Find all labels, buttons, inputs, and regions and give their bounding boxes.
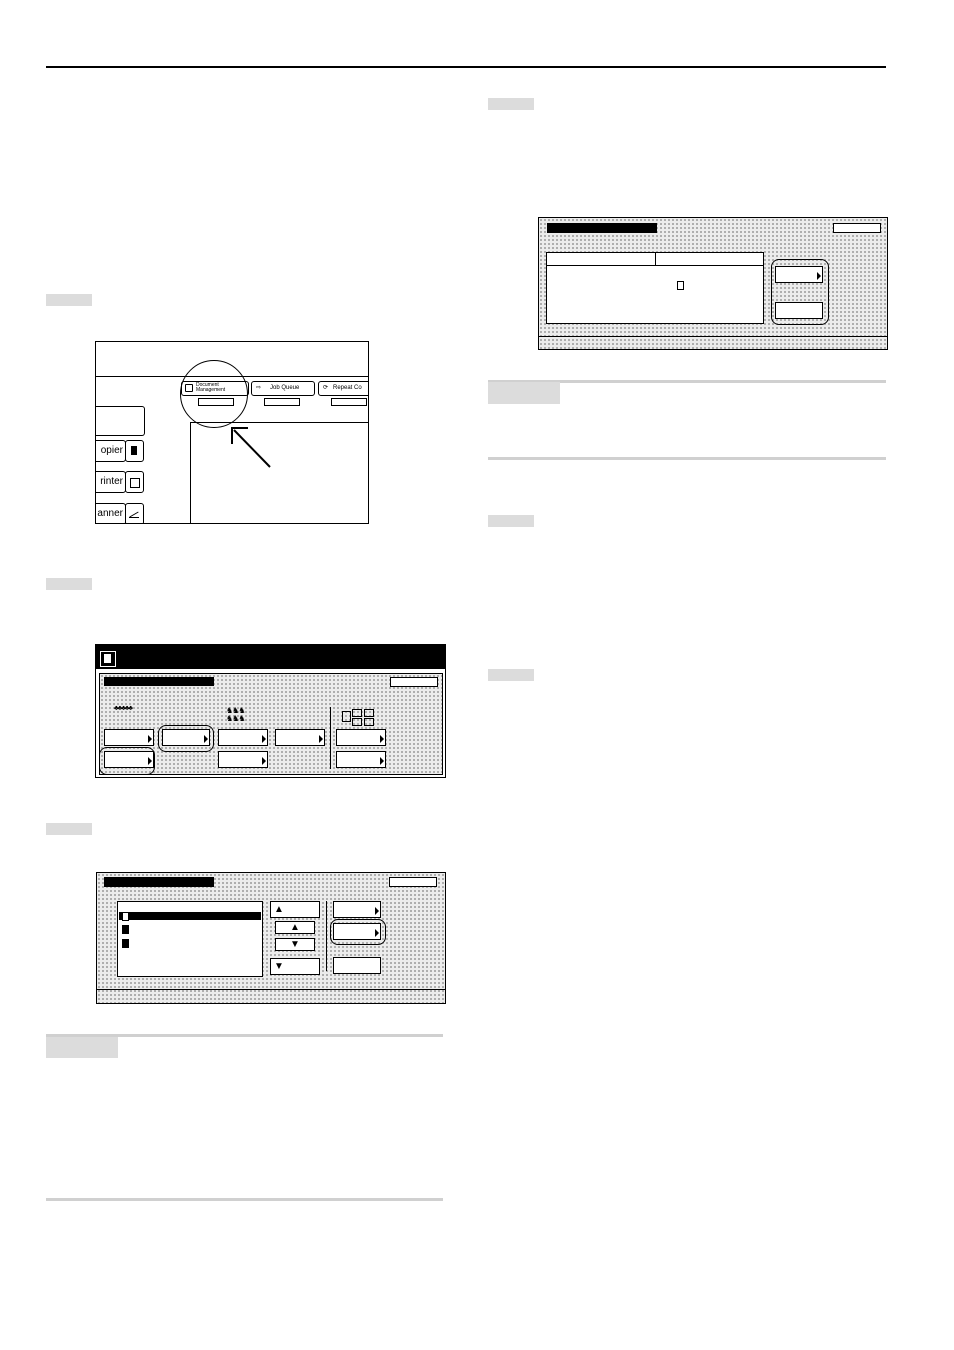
tab-label: Repeat Co: [333, 385, 362, 391]
bottom-button[interactable]: ▼: [270, 958, 320, 975]
detail-button-2[interactable]: [775, 302, 823, 319]
printer-label: rinter: [100, 476, 123, 487]
document-icon: [122, 939, 129, 948]
down-button[interactable]: ▼: [275, 938, 315, 951]
pointer-arrow: [231, 427, 271, 468]
list-item-selected[interactable]: [119, 912, 261, 920]
scanner-button[interactable]: anner: [96, 503, 126, 523]
document-icon: [677, 281, 684, 290]
menu-button-3[interactable]: [218, 729, 268, 746]
tab-repeat-copy[interactable]: ⟳ Repeat Co: [318, 381, 368, 396]
copier-label: opier: [100, 445, 123, 456]
title-bar: [104, 877, 214, 887]
note-tab: [46, 1036, 118, 1058]
note-tab: [488, 382, 560, 404]
menu-button-1[interactable]: [104, 729, 154, 746]
doc-management-screen: ♣♣♣♣♣ ♞♞♞ ♞♞♞: [95, 644, 446, 778]
highlight-ring: [99, 747, 155, 775]
highlight-ring: [158, 725, 214, 752]
screen-header: [96, 645, 445, 669]
panel-figure: Document Management ⇨ Job Queue ⟳ Repeat…: [95, 341, 369, 524]
note-rule-top: [46, 1034, 443, 1037]
group-icon: ♣♣♣♣♣: [114, 705, 133, 712]
detail-table: [546, 252, 764, 324]
document-icon: [122, 912, 129, 921]
status-line: [97, 989, 445, 990]
table-column-divider: [655, 253, 656, 265]
document-list-screen: ▲ ▲ ▼ ▼: [96, 872, 446, 1004]
printer-icon[interactable]: [125, 471, 144, 493]
indicator-lamp: [264, 398, 300, 406]
tab-job-queue[interactable]: ⇨ Job Queue: [251, 381, 315, 396]
close-button[interactable]: [389, 877, 437, 887]
printer-button[interactable]: rinter: [96, 471, 126, 493]
repeat-icon: ⟳: [323, 385, 329, 391]
arrow-icon: ⇨: [256, 385, 262, 391]
document-icon: [122, 925, 129, 934]
title-bar: [104, 677, 214, 686]
scanner-label: anner: [97, 508, 123, 519]
note-rule-bottom: [488, 457, 886, 460]
menu-button-4[interactable]: [275, 729, 325, 746]
copier-button[interactable]: opier: [96, 440, 126, 462]
document-detail-screen: [538, 217, 888, 350]
scanner-icon[interactable]: [125, 503, 144, 523]
divider: [326, 901, 327, 971]
step-tab: [488, 669, 534, 681]
menu-button-7[interactable]: [218, 751, 268, 768]
menu-button-8[interactable]: [336, 751, 386, 768]
step-tab: [488, 98, 534, 110]
divider: [330, 707, 331, 769]
scan-icon: [342, 709, 382, 726]
status-line: [539, 336, 887, 337]
people-icon: ♞♞♞ ♞♞♞: [226, 706, 245, 723]
document-list: [117, 901, 263, 977]
copier-icon[interactable]: [125, 440, 144, 462]
close-button[interactable]: [833, 223, 881, 233]
title-bar: [547, 223, 657, 233]
indicator-lamp: [331, 398, 367, 406]
highlight-circle: [180, 360, 248, 428]
top-rule: [46, 66, 886, 68]
display-corner: [96, 406, 145, 436]
action-button-1[interactable]: [333, 901, 381, 918]
menu-button-5[interactable]: [336, 729, 386, 746]
step-tab: [488, 515, 534, 527]
step-tab: [46, 823, 92, 835]
step-tab: [46, 578, 92, 590]
tab-label: Job Queue: [270, 385, 300, 391]
document-icon: [100, 651, 116, 667]
up-button[interactable]: ▲: [275, 921, 315, 934]
close-button[interactable]: [390, 677, 438, 687]
highlight-ring: [330, 919, 386, 945]
action-button-3[interactable]: [333, 957, 381, 974]
top-button[interactable]: ▲: [270, 901, 320, 918]
step-tab: [46, 294, 92, 306]
note-rule-bottom: [46, 1198, 443, 1201]
lower-panel: [190, 422, 368, 523]
table-header-line: [547, 265, 763, 266]
